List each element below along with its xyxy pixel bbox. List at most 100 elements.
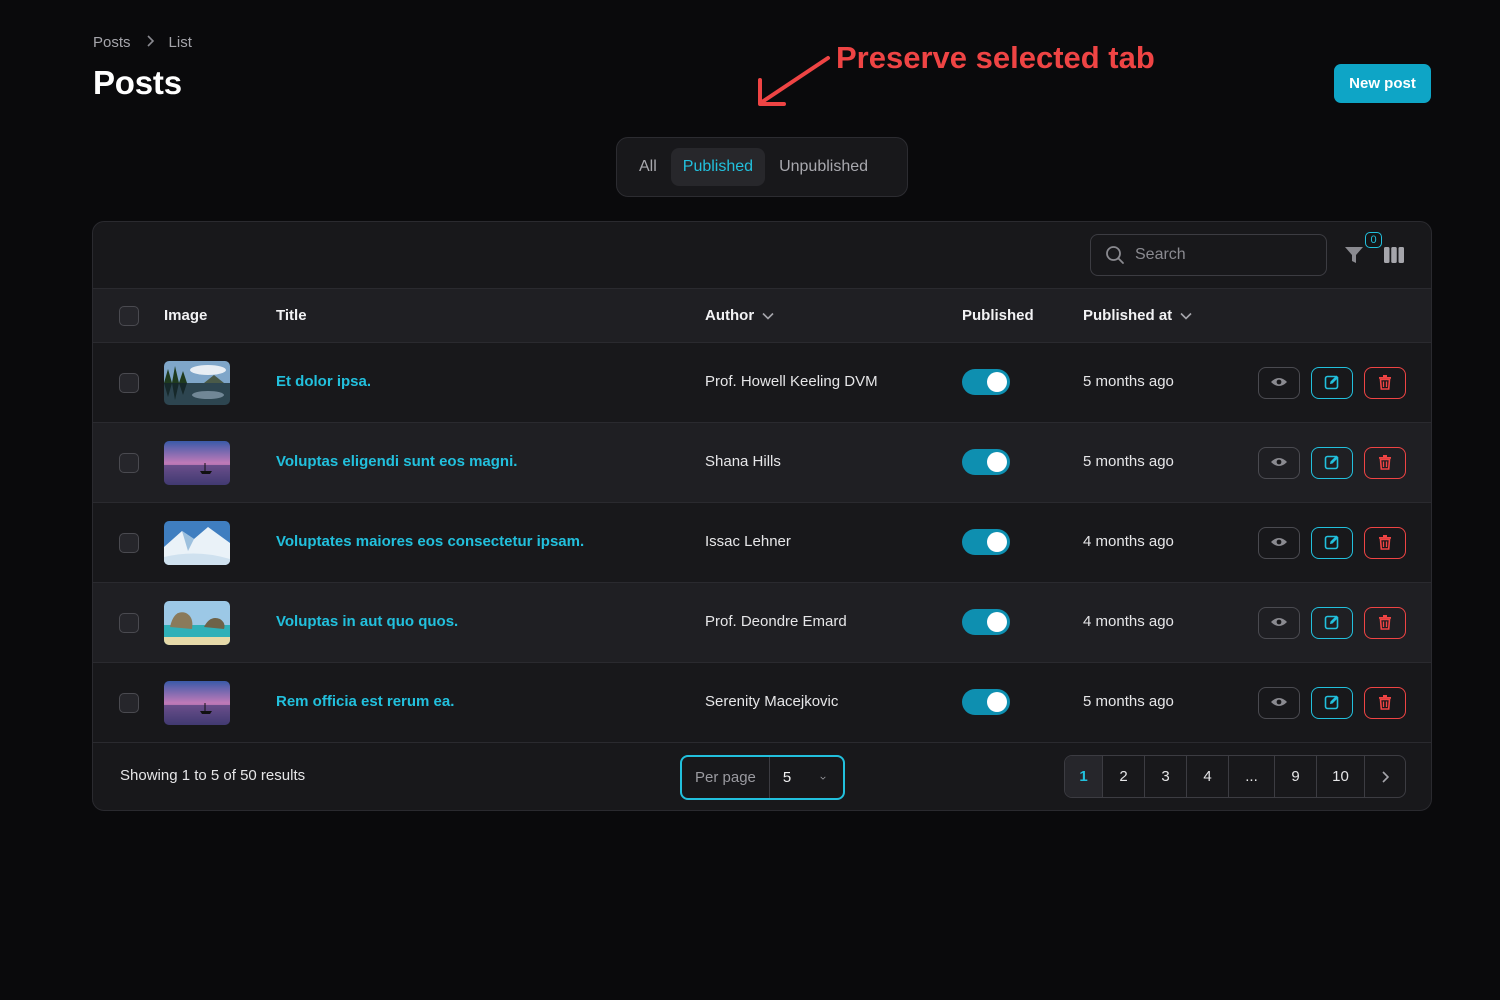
table-header: Image Title Author Published Published a… <box>93 289 1431 343</box>
per-page-select[interactable]: Per page 5 <box>680 755 845 800</box>
post-published-at: 5 months ago <box>1083 453 1174 470</box>
table-row: Voluptas in aut quo quos. Prof. Deondre E… <box>93 583 1431 663</box>
row-checkbox[interactable] <box>119 693 139 713</box>
filter-count-badge: 0 <box>1365 232 1382 248</box>
pencil-icon <box>1324 534 1340 553</box>
page-title: Posts <box>93 64 182 101</box>
post-thumbnail <box>164 601 230 645</box>
post-thumbnail <box>164 681 230 725</box>
column-header-title: Title <box>276 307 307 324</box>
pagination: 1 2 3 4... 9 10 <box>1064 755 1406 798</box>
post-author: Issac Lehner <box>705 533 791 550</box>
published-toggle[interactable] <box>962 369 1010 395</box>
filter-icon[interactable] <box>1343 244 1365 266</box>
trash-icon <box>1378 454 1392 473</box>
edit-button[interactable] <box>1311 447 1353 479</box>
delete-button[interactable] <box>1364 607 1406 639</box>
column-header-published-at[interactable]: Published at <box>1083 307 1192 324</box>
search-input[interactable] <box>1135 246 1305 264</box>
table-toolbar: 0 <box>93 222 1431 289</box>
view-button[interactable] <box>1258 687 1300 719</box>
page-button-1[interactable]: 1 <box>1065 756 1103 797</box>
chevron-right-icon <box>1382 770 1389 783</box>
post-title-link[interactable]: Rem officia est rerum ea. <box>276 693 454 710</box>
page-button-2[interactable]: 2 <box>1103 756 1145 797</box>
annotation-arrow-icon <box>758 56 830 106</box>
post-author: Shana Hills <box>705 453 781 470</box>
published-toggle[interactable] <box>962 449 1010 475</box>
per-page-value: 5 <box>782 769 792 786</box>
published-toggle[interactable] <box>962 609 1010 635</box>
view-button[interactable] <box>1258 527 1300 559</box>
page-button-9[interactable]: 9 <box>1275 756 1317 797</box>
search-icon <box>1106 246 1124 264</box>
column-header-published-at-label: Published at <box>1083 307 1173 324</box>
post-title-link[interactable]: Voluptas in aut quo quos. <box>276 613 458 630</box>
page-button-3[interactable]: 3 <box>1145 756 1187 797</box>
page-button-4[interactable]: 4 <box>1187 756 1229 797</box>
breadcrumb-posts-link[interactable]: Posts <box>93 34 131 51</box>
post-thumbnail <box>164 441 230 485</box>
column-header-image: Image <box>164 307 208 324</box>
results-summary: Showing 1 to 5 of 50 results <box>120 767 306 784</box>
view-button[interactable] <box>1258 447 1300 479</box>
column-header-author[interactable]: Author <box>705 307 774 324</box>
pagination-ellipsis: ... <box>1229 756 1275 797</box>
delete-button[interactable] <box>1364 527 1406 559</box>
chevron-down-icon <box>820 776 826 780</box>
eye-icon <box>1270 616 1288 631</box>
chevron-down-icon <box>1180 312 1192 320</box>
tab-published[interactable]: Published <box>670 148 766 186</box>
pencil-icon <box>1324 454 1340 473</box>
chevron-down-icon <box>762 312 774 320</box>
table-row: Et dolor ipsa. Prof. Howell Keeling DVM 5 … <box>93 343 1431 423</box>
tab-all[interactable]: All <box>627 148 669 186</box>
edit-button[interactable] <box>1311 607 1353 639</box>
page-button-10[interactable]: 10 <box>1317 756 1365 797</box>
trash-icon <box>1378 374 1392 393</box>
pencil-icon <box>1324 694 1340 713</box>
column-header-published: Published <box>962 307 1034 324</box>
edit-button[interactable] <box>1311 527 1353 559</box>
delete-button[interactable] <box>1364 367 1406 399</box>
post-published-at: 5 months ago <box>1083 693 1174 710</box>
next-page-button[interactable] <box>1365 756 1405 797</box>
row-checkbox[interactable] <box>119 613 139 633</box>
annotation-text: Preserve selected tab <box>836 40 1155 75</box>
row-checkbox[interactable] <box>119 373 139 393</box>
trash-icon <box>1378 694 1392 713</box>
view-button[interactable] <box>1258 367 1300 399</box>
delete-button[interactable] <box>1364 447 1406 479</box>
select-all-checkbox[interactable] <box>119 305 139 326</box>
status-tabs: All Published Unpublished <box>616 137 908 197</box>
post-title-link[interactable]: Voluptas eligendi sunt eos magni. <box>276 453 517 470</box>
row-checkbox[interactable] <box>119 453 139 473</box>
table-body: Et dolor ipsa. Prof. Howell Keeling DVM 5 … <box>93 343 1431 743</box>
post-published-at: 4 months ago <box>1083 613 1174 630</box>
tab-unpublished[interactable]: Unpublished <box>767 148 880 186</box>
columns-icon[interactable] <box>1383 246 1405 264</box>
post-published-at: 4 months ago <box>1083 533 1174 550</box>
published-toggle[interactable] <box>962 529 1010 555</box>
post-title-link[interactable]: Voluptates maiores eos consectetur ipsam… <box>276 533 584 550</box>
row-checkbox[interactable] <box>119 533 139 553</box>
published-toggle[interactable] <box>962 689 1010 715</box>
posts-list-page: Posts List Posts New post Preserve selec… <box>0 0 1500 1000</box>
post-author: Prof. Deondre Emard <box>705 613 847 630</box>
breadcrumb-current: List <box>168 34 192 51</box>
search-box[interactable] <box>1090 234 1327 276</box>
table-row: Rem officia est rerum ea. Serenity Macejk… <box>93 663 1431 743</box>
new-post-button[interactable]: New post <box>1334 64 1431 103</box>
delete-button[interactable] <box>1364 687 1406 719</box>
view-button[interactable] <box>1258 607 1300 639</box>
post-author: Serenity Macejkovic <box>705 693 839 710</box>
edit-button[interactable] <box>1311 367 1353 399</box>
column-header-author-label: Author <box>705 307 755 324</box>
post-author: Prof. Howell Keeling DVM <box>705 373 878 390</box>
post-title-link[interactable]: Et dolor ipsa. <box>276 373 371 390</box>
per-page-label: Per page <box>682 757 770 798</box>
eye-icon <box>1270 696 1288 711</box>
trash-icon <box>1378 534 1392 553</box>
eye-icon <box>1270 456 1288 471</box>
edit-button[interactable] <box>1311 687 1353 719</box>
